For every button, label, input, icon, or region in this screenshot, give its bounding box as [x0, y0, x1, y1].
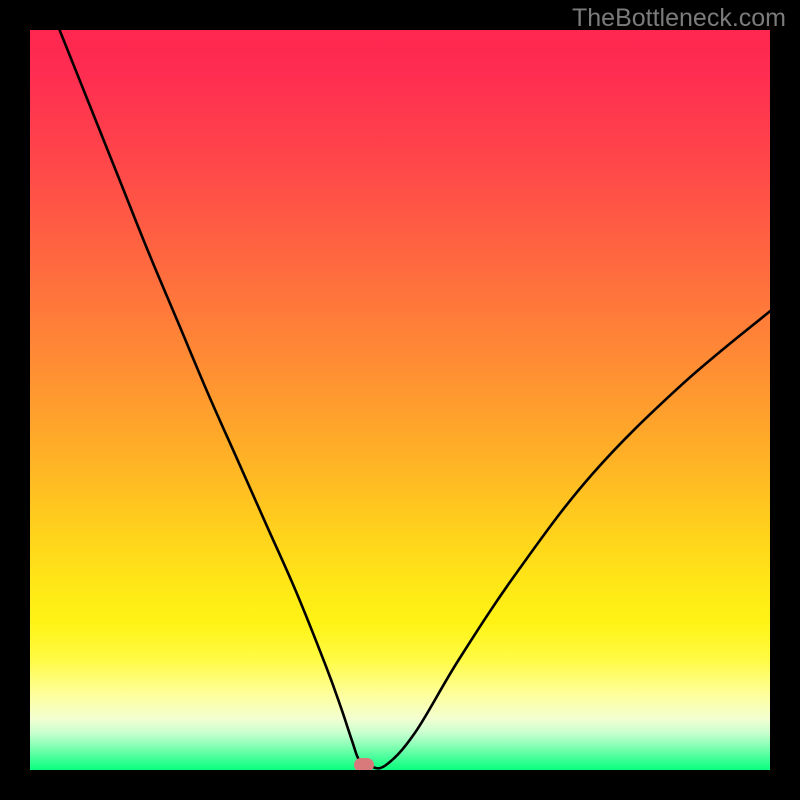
curve-svg [30, 30, 770, 770]
optimum-marker [354, 758, 374, 770]
watermark-text: TheBottleneck.com [572, 4, 786, 33]
bottleneck-curve [60, 30, 770, 768]
plot-area [30, 30, 770, 770]
chart-frame: TheBottleneck.com [0, 0, 800, 800]
